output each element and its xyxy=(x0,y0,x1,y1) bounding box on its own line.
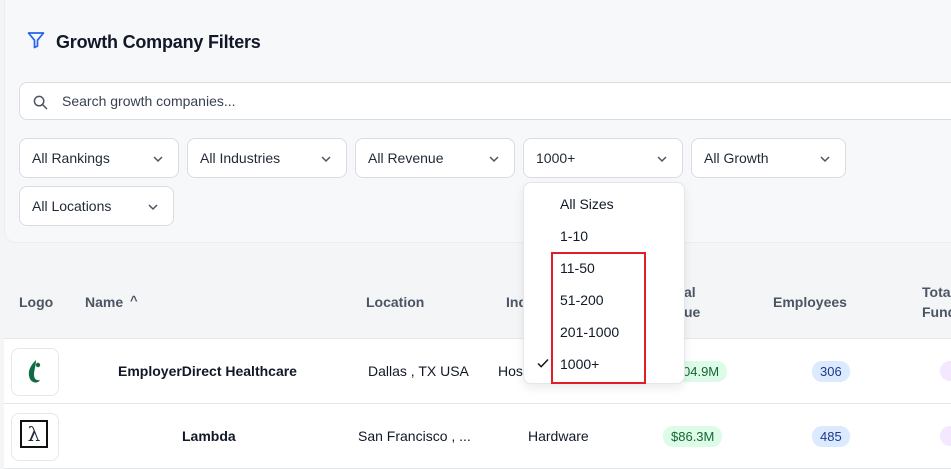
highlight-box xyxy=(551,252,646,384)
column-header-location[interactable]: Location xyxy=(366,294,424,310)
sort-ascending-icon[interactable]: ^ xyxy=(130,293,138,308)
size-option-all[interactable]: All Sizes xyxy=(560,196,614,212)
chevron-down-icon xyxy=(489,156,499,163)
industries-filter[interactable]: All Industries xyxy=(187,138,347,178)
search-input[interactable] xyxy=(60,92,864,110)
size-filter[interactable]: 1000+ xyxy=(523,138,683,178)
table-row[interactable]: EmployerDirect Healthcare Dallas , TX US… xyxy=(4,339,951,404)
column-header-employees[interactable]: Employees xyxy=(773,294,847,310)
locations-filter[interactable]: All Locations xyxy=(19,186,174,226)
rankings-filter-label: All Rankings xyxy=(32,150,110,166)
search-bar[interactable] xyxy=(19,82,951,120)
leaf-logo-icon xyxy=(28,360,41,383)
column-header-name[interactable]: Name xyxy=(85,294,123,310)
chevron-down-icon xyxy=(657,156,667,163)
chevron-down-icon xyxy=(148,204,158,211)
column-header-logo: Logo xyxy=(19,294,54,310)
employees-badge: 306 xyxy=(812,361,850,382)
panel-header: Growth Company Filters xyxy=(26,30,261,55)
column-header-revenue-line2[interactable]: ue xyxy=(684,304,700,320)
check-icon xyxy=(537,358,549,368)
chevron-down-icon xyxy=(321,156,331,163)
company-logo: λ xyxy=(11,413,59,461)
revenue-filter[interactable]: All Revenue xyxy=(355,138,515,178)
rankings-filter[interactable]: All Rankings xyxy=(19,138,179,178)
lambda-logo-icon: λ xyxy=(20,420,48,448)
chevron-down-icon xyxy=(153,156,163,163)
company-location: Dallas , TX USA xyxy=(368,363,469,379)
company-name[interactable]: Lambda xyxy=(182,428,236,444)
company-industry: Hardware xyxy=(528,428,589,444)
revenue-filter-label: All Revenue xyxy=(368,150,444,166)
size-option-1-10[interactable]: 1-10 xyxy=(560,228,588,244)
company-location: San Francisco , ... xyxy=(358,428,471,444)
column-header-revenue-line1[interactable]: al xyxy=(684,284,696,300)
column-header-funding-line1[interactable]: Tota xyxy=(922,284,951,300)
employees-badge: 485 xyxy=(812,426,850,447)
column-header-funding-line2[interactable]: Fund xyxy=(922,304,951,320)
revenue-badge: $86.3M xyxy=(663,426,723,447)
size-filter-label: 1000+ xyxy=(536,150,576,166)
locations-filter-label: All Locations xyxy=(32,198,112,214)
company-industry: Hos xyxy=(498,363,523,379)
filter-icon xyxy=(26,30,46,55)
growth-filter-label: All Growth xyxy=(704,150,769,166)
table-row[interactable]: λ Lambda San Francisco , ... Hardware $8… xyxy=(4,404,951,469)
funding-badge xyxy=(940,361,951,381)
industries-filter-label: All Industries xyxy=(200,150,281,166)
company-logo xyxy=(11,348,59,396)
growth-filter[interactable]: All Growth xyxy=(691,138,846,178)
page-title: Growth Company Filters xyxy=(56,32,261,52)
chevron-down-icon xyxy=(820,156,830,163)
funding-badge xyxy=(940,426,951,446)
company-name[interactable]: EmployerDirect Healthcare xyxy=(118,363,297,379)
